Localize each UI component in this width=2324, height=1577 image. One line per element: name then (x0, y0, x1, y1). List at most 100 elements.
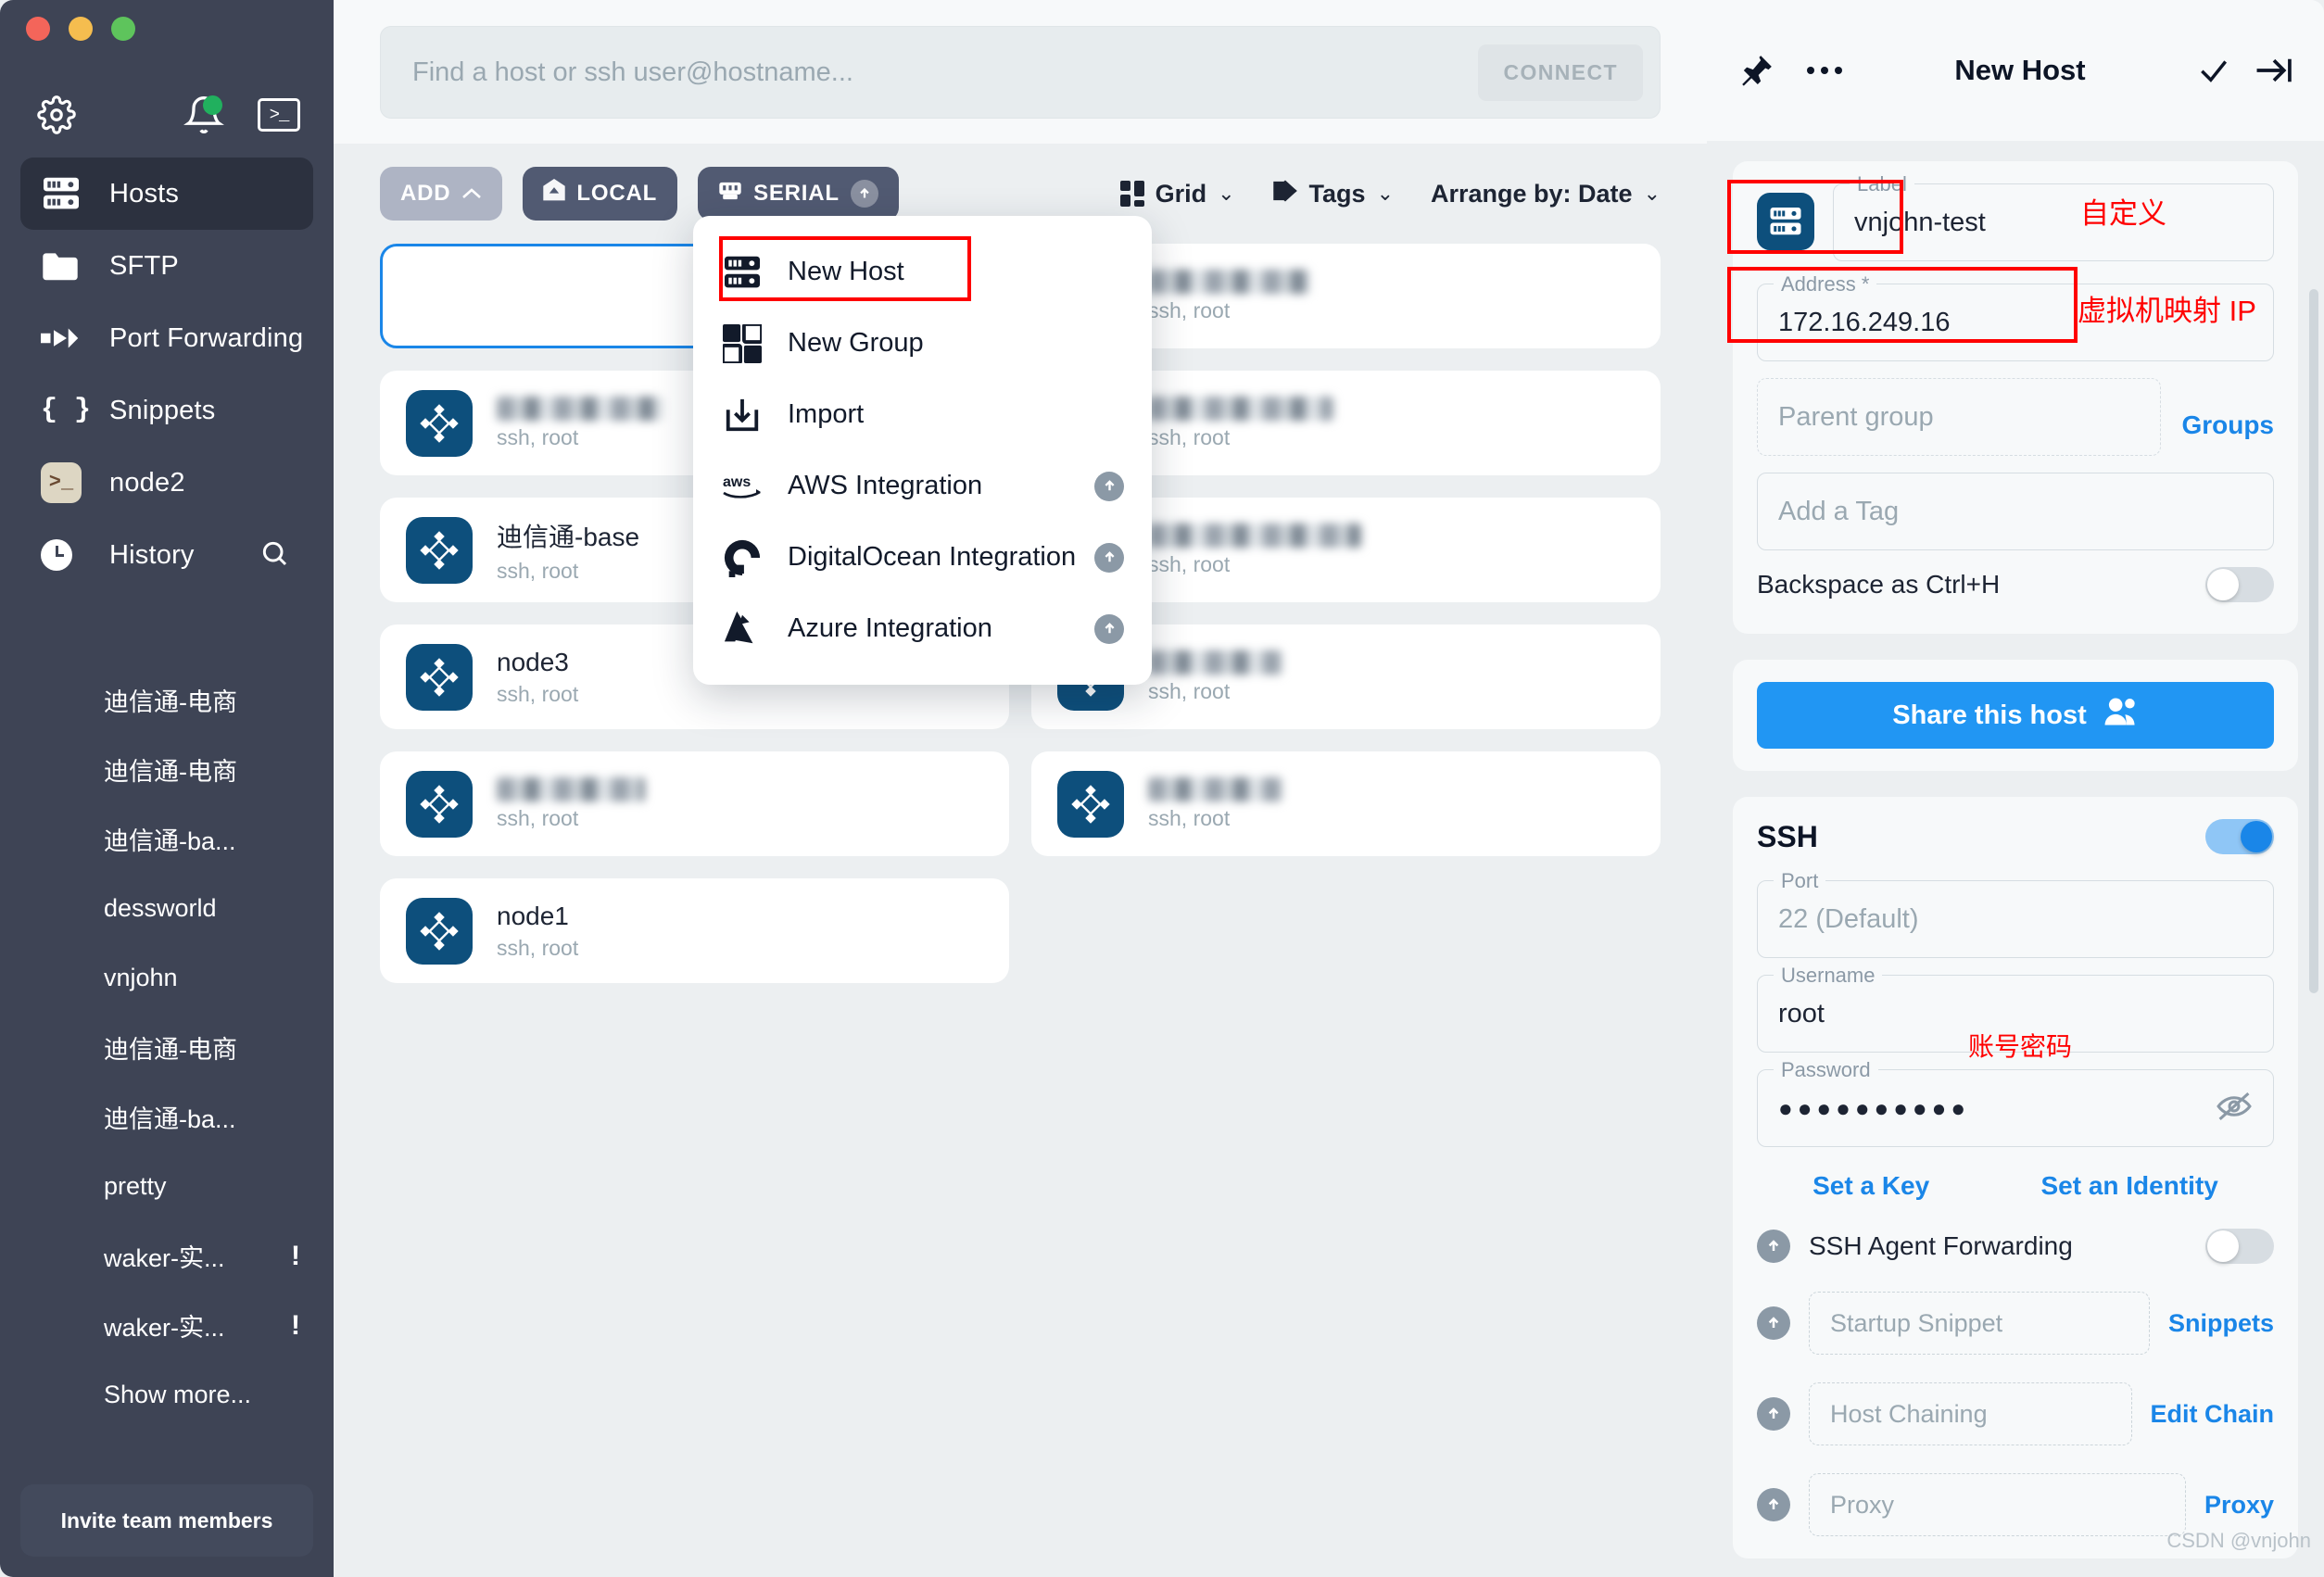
history-item[interactable]: vnjohn (0, 943, 334, 1013)
menu-item-new-group[interactable]: New Group (693, 308, 1152, 379)
upgrade-arrow-icon (1757, 1230, 1790, 1263)
local-button-label: LOCAL (576, 181, 658, 206)
password-field[interactable]: Password ●●●●●●●●●● (1757, 1058, 2274, 1147)
history-item[interactable]: 迪信通-电商 (0, 735, 334, 804)
host-card[interactable]: ssh, root (1031, 751, 1661, 856)
proxy-link[interactable]: Proxy (2204, 1491, 2274, 1520)
minimize-window-button[interactable] (69, 17, 93, 41)
chevron-down-icon: ⌄ (1218, 182, 1235, 205)
history-item[interactable]: waker-实... ! (0, 1221, 334, 1291)
panel-scrollbar[interactable] (2309, 289, 2318, 993)
history-item[interactable]: dessworld (0, 874, 334, 943)
history-item[interactable]: 迪信通-电商 (0, 665, 334, 735)
history-item[interactable]: 迪信通-电商 (0, 1013, 334, 1082)
aws-icon: aws (721, 471, 764, 502)
snippets-link[interactable]: Snippets (2168, 1309, 2274, 1338)
port-field[interactable]: Port 22 (Default) (1757, 869, 2274, 958)
menu-item-azure-integration[interactable]: Azure Integration (693, 593, 1152, 664)
backspace-row: Backspace as Ctrl+H (1757, 567, 2274, 602)
groups-link[interactable]: Groups (2181, 410, 2274, 440)
show-more-button[interactable]: Show more... (0, 1360, 334, 1430)
sidebar-item-port-forwarding[interactable]: Port Forwarding (20, 302, 313, 374)
host-card[interactable]: ssh, root (380, 751, 1009, 856)
tag-field[interactable]: Add a Tag (1757, 473, 2274, 550)
backspace-toggle[interactable] (2205, 567, 2274, 602)
ssh-card: SSH Port 22 (Default) Username root Pass… (1733, 797, 2298, 1558)
sidebar-item-hosts[interactable]: Hosts (20, 158, 313, 230)
connect-button[interactable]: CONNECT (1478, 44, 1643, 101)
gear-icon[interactable] (37, 95, 76, 134)
history-item-label: 迪信通-电商 (104, 688, 237, 716)
collapse-right-icon[interactable] (2255, 54, 2292, 87)
sidebar-top-icons: >_ (37, 89, 300, 141)
server-icon (721, 255, 764, 290)
check-icon[interactable] (2196, 53, 2231, 88)
set-an-identity-link[interactable]: Set an Identity (2040, 1171, 2217, 1201)
add-button[interactable]: ADD (380, 167, 503, 221)
parent-group-field[interactable]: Parent group (1757, 378, 2162, 456)
backspace-row-label: Backspace as Ctrl+H (1757, 570, 2001, 599)
menu-item-label: Import (788, 399, 865, 429)
invite-team-members-button[interactable]: Invite team members (20, 1484, 313, 1557)
menu-item-new-host[interactable]: New Host (693, 236, 1152, 308)
tag-field-placeholder: Add a Tag (1778, 496, 1900, 526)
sidebar: >_ Hosts SFTP Port Forwarding {} Snippe… (0, 0, 334, 1577)
host-card-subtitle: ssh, root (497, 681, 579, 706)
sidebar-item-label: SFTP (109, 250, 179, 281)
host-card-title-blurred (1148, 523, 1361, 548)
host-card-title: 迪信通-base (497, 522, 640, 551)
sidebar-item-label: Port Forwarding (109, 322, 304, 353)
agent-forwarding-toggle[interactable] (2205, 1229, 2274, 1264)
proxy-row: Proxy Proxy (1757, 1473, 2274, 1536)
chevron-down-icon: ⌄ (1376, 182, 1394, 205)
sidebar-item-node2[interactable]: >_ node2 (20, 447, 313, 519)
sidebar-item-snippets[interactable]: { } Snippets (20, 374, 313, 447)
address-field[interactable]: Address * 172.16.249.16 (1757, 272, 2274, 361)
zoom-window-button[interactable] (111, 17, 135, 41)
view-mode-dropdown[interactable]: Grid ⌄ (1119, 180, 1235, 208)
sidebar-history-header[interactable]: History (20, 519, 313, 591)
agent-forwarding-label: SSH Agent Forwarding (1809, 1231, 2073, 1260)
host-chaining-field[interactable]: Host Chaining (1809, 1382, 2132, 1445)
ssh-toggle[interactable] (2205, 819, 2274, 854)
history-item[interactable]: 迪信通-ba... (0, 804, 334, 874)
host-details-panel: New Host Label vnjohn-test Address * 172… (1707, 0, 2324, 1577)
host-card[interactable]: node1 ssh, root (380, 878, 1009, 983)
search-input[interactable] (412, 57, 1479, 88)
label-field[interactable]: Label vnjohn-test (1833, 172, 2274, 261)
share-button-label: Share this host (1892, 700, 2087, 730)
label-field-value: vnjohn-test (1854, 207, 1986, 237)
notifications-bell-icon[interactable] (183, 95, 224, 135)
menu-item-aws-integration[interactable]: aws AWS Integration (693, 450, 1152, 522)
search-box[interactable]: CONNECT (380, 26, 1661, 119)
centos-icon (406, 389, 473, 457)
eye-off-icon[interactable] (2216, 1091, 2253, 1127)
close-window-button[interactable] (26, 17, 50, 41)
history-item[interactable]: 迪信通-ba... (0, 1082, 334, 1152)
import-download-icon (721, 396, 764, 435)
edit-chain-link[interactable]: Edit Chain (2151, 1400, 2275, 1429)
pin-icon[interactable] (1738, 52, 1775, 89)
proxy-field[interactable]: Proxy (1809, 1473, 2186, 1536)
set-a-key-link[interactable]: Set a Key (1812, 1171, 1929, 1201)
terminal-icon[interactable]: >_ (258, 98, 300, 132)
menu-item-label: New Group (788, 328, 924, 358)
arrange-by-dropdown[interactable]: Arrange by: Date ⌄ (1431, 180, 1661, 208)
local-button[interactable]: LOCAL (523, 167, 678, 221)
menu-item-digitalocean-integration[interactable]: DigitalOcean Integration (693, 522, 1152, 593)
serial-button[interactable]: SERIAL (698, 167, 899, 221)
menu-item-import[interactable]: Import (693, 379, 1152, 450)
more-dots-icon[interactable] (1805, 64, 1844, 77)
panel-title: New Host (1954, 54, 2086, 86)
share-this-host-button[interactable]: Share this host (1757, 682, 2274, 749)
username-field[interactable]: Username root (1757, 964, 2274, 1053)
startup-snippet-field[interactable]: Startup Snippet (1809, 1292, 2150, 1355)
username-field-value: root (1778, 998, 1825, 1028)
tags-dropdown[interactable]: Tags ⌄ (1272, 179, 1394, 209)
history-item[interactable]: waker-实... ! (0, 1291, 334, 1360)
history-item[interactable]: pretty (0, 1152, 334, 1221)
sidebar-item-sftp[interactable]: SFTP (20, 230, 313, 302)
host-card-subtitle: ssh, root (497, 805, 579, 830)
search-icon[interactable] (259, 538, 289, 573)
host-card-title-blurred (1148, 396, 1333, 421)
